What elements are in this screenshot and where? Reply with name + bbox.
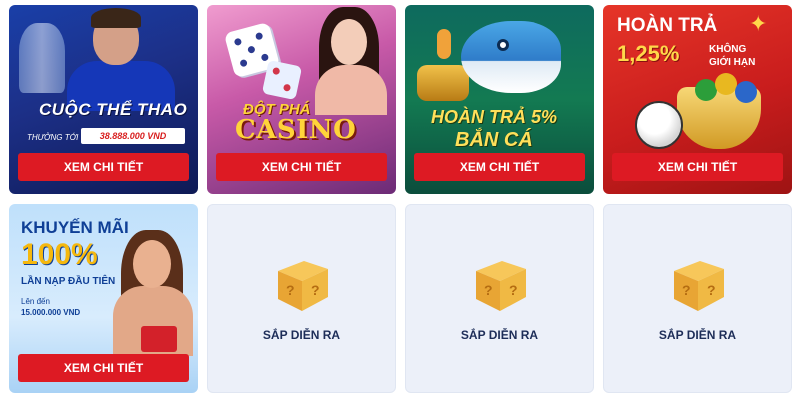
coming-soon-card: ? ? SẮP DIỄN RA bbox=[207, 204, 396, 393]
mystery-box-icon: ? ? bbox=[476, 261, 526, 311]
soccer-ball-icon bbox=[635, 101, 683, 149]
view-details-button[interactable]: XEM CHI TIẾT bbox=[414, 153, 585, 181]
mystery-box-icon: ? ? bbox=[278, 261, 328, 311]
promotions-grid: CUỘC THỂ THAO THƯỞNG TỚI 38.888.000 VND … bbox=[0, 0, 800, 400]
lottery-ball-icon bbox=[715, 73, 737, 95]
shark-eye bbox=[497, 39, 509, 51]
cannon-icon bbox=[417, 65, 469, 101]
sports-headline: CUỘC THỂ THAO bbox=[39, 100, 188, 119]
model-face bbox=[133, 240, 171, 288]
coming-soon-card: ? ? SẮP DIỄN RA bbox=[603, 204, 792, 393]
gift-icon bbox=[141, 326, 177, 352]
fishing-headline-main: BẮN CÁ bbox=[455, 129, 533, 151]
svg-text:?: ? bbox=[286, 282, 295, 298]
refund-note-line2: GIỚI HẠN bbox=[709, 57, 756, 68]
view-details-button[interactable]: XEM CHI TIẾT bbox=[216, 153, 387, 181]
coming-soon-label: SẮP DIỄN RA bbox=[262, 328, 341, 342]
promo-card-casino[interactable]: ĐỘT PHÁ CASINO XEM CHI TIẾT bbox=[207, 5, 396, 194]
shark-icon bbox=[461, 21, 561, 93]
coming-soon-label: SẮP DIỄN RA bbox=[658, 328, 737, 342]
dice-icon bbox=[261, 59, 303, 101]
promo-up-to: Lên đến bbox=[21, 297, 50, 306]
mystery-box-icon: ? ? bbox=[674, 261, 724, 311]
lottery-ball-icon bbox=[695, 79, 717, 101]
coming-soon-card: ? ? SẮP DIỄN RA bbox=[405, 204, 594, 393]
svg-text:?: ? bbox=[682, 282, 691, 298]
svg-text:?: ? bbox=[311, 282, 320, 298]
promo-card-refund[interactable]: HOÀN TRẢ ✦ 1,25% KHÔNG GIỚI HẠN XEM CHI … bbox=[603, 5, 792, 194]
svg-text:?: ? bbox=[707, 282, 716, 298]
coming-soon-label: SẮP DIỄN RA bbox=[460, 328, 539, 342]
dealer-face bbox=[331, 19, 367, 65]
promo-amount: 15.000.000 VND bbox=[21, 308, 81, 317]
view-details-button[interactable]: XEM CHI TIẾT bbox=[18, 153, 189, 181]
refund-title: HOÀN TRẢ bbox=[617, 15, 718, 36]
svg-text:?: ? bbox=[509, 282, 518, 298]
refund-percent: 1,25% bbox=[617, 41, 680, 66]
view-details-button[interactable]: XEM CHI TIẾT bbox=[18, 354, 189, 382]
casino-headline-main: CASINO bbox=[235, 115, 357, 145]
promo-card-first-deposit[interactable]: KHUYẾN MÃI 100% LẦN NẠP ĐẦU TIÊN Lên đến… bbox=[9, 204, 198, 393]
promo-title: KHUYẾN MÃI bbox=[21, 218, 129, 237]
lottery-ball-icon bbox=[735, 81, 757, 103]
trophy-icon bbox=[19, 23, 65, 93]
dealer-body bbox=[315, 65, 387, 115]
sports-bonus-amount: 38.888.000 VND bbox=[81, 128, 185, 144]
fishing-headline-top: HOÀN TRẢ 5% bbox=[431, 107, 558, 127]
player-hair bbox=[91, 8, 141, 28]
promo-card-fishing[interactable]: HOÀN TRẢ 5% BẮN CÁ XEM CHI TIẾT bbox=[405, 5, 594, 194]
star-icon: ✦ bbox=[749, 11, 768, 36]
refund-note-line1: KHÔNG bbox=[709, 44, 747, 55]
sports-sub-label: THƯỞNG TỚI bbox=[27, 133, 79, 142]
view-details-button[interactable]: XEM CHI TIẾT bbox=[612, 153, 783, 181]
svg-text:?: ? bbox=[484, 282, 493, 298]
promo-sub: LẦN NẠP ĐẦU TIÊN bbox=[21, 276, 116, 287]
promo-card-sports[interactable]: CUỘC THỂ THAO THƯỞNG TỚI 38.888.000 VND … bbox=[9, 5, 198, 194]
promo-percent: 100% bbox=[21, 238, 98, 271]
seahorse-icon bbox=[437, 29, 451, 59]
